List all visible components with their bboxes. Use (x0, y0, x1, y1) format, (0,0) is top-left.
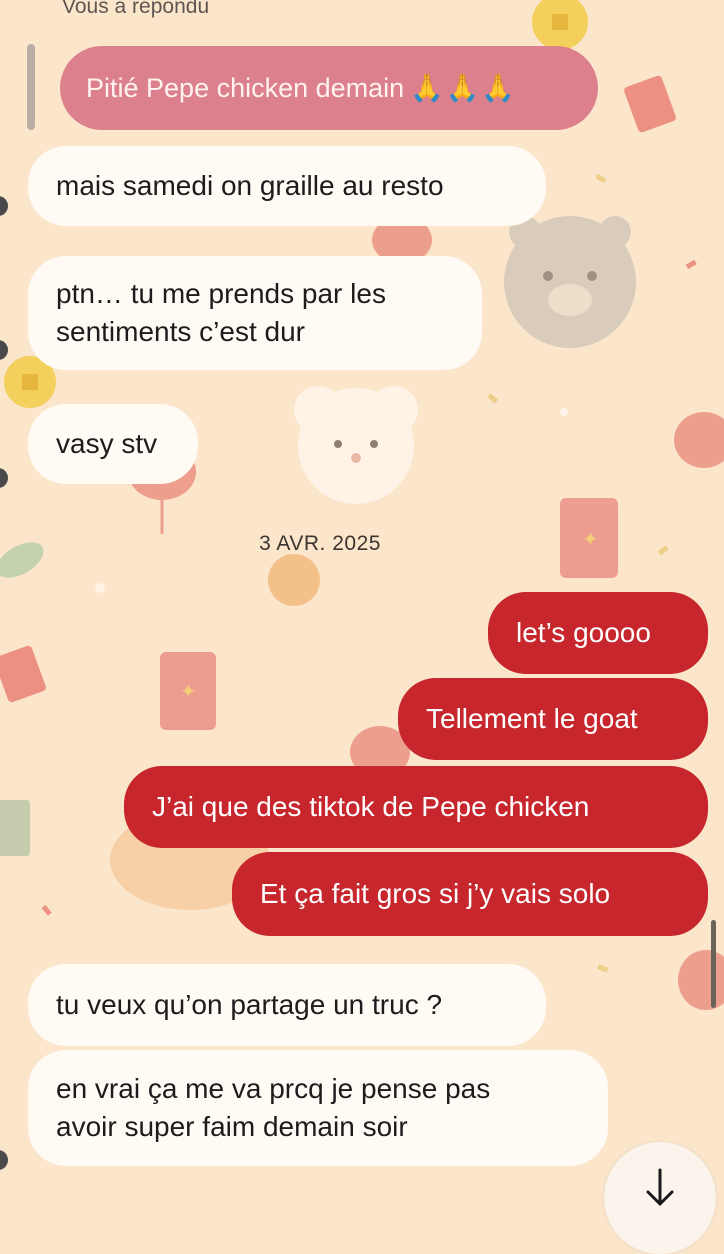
message-text: mais samedi on graille au resto (56, 170, 444, 201)
replied-message-bubble[interactable]: Pitié Pepe chicken demain 🙏🙏🙏 (60, 46, 598, 130)
avatar-edge (0, 1150, 8, 1170)
message-text: J’ai que des tiktok de Pepe chicken (152, 791, 590, 822)
replied-message-text: Pitié Pepe chicken demain (86, 72, 405, 103)
outgoing-message[interactable]: Tellement le goat (398, 678, 708, 760)
message-text: vasy stv (56, 428, 158, 459)
avatar-edge (0, 340, 8, 360)
message-text: tu veux qu’on partage un truc ? (56, 989, 443, 1020)
message-text: let’s goooo (516, 617, 651, 648)
praying-hands-emoji: 🙏🙏🙏 (410, 73, 518, 103)
message-line: sentiments c’est dur (56, 316, 305, 347)
chat-thread: Vous a répondu Pitié Pepe chicken demain… (0, 0, 724, 1254)
avatar-edge (0, 196, 8, 216)
incoming-message[interactable]: tu veux qu’on partage un truc ? (28, 964, 546, 1046)
incoming-message[interactable]: mais samedi on graille au resto (28, 146, 546, 226)
scrollbar[interactable] (711, 920, 716, 1008)
incoming-message[interactable]: en vrai ça me va prcq je pense pas avoir… (28, 1050, 608, 1166)
message-text: Tellement le goat (426, 703, 638, 734)
message-line: ptn… tu me prends par les (56, 278, 386, 309)
outgoing-message[interactable]: Et ça fait gros si j’y vais solo (232, 852, 708, 936)
incoming-message[interactable]: ptn… tu me prends par les sentiments c’e… (28, 256, 482, 370)
avatar-edge (0, 468, 8, 488)
message-line: en vrai ça me va prcq je pense pas (56, 1073, 491, 1104)
scroll-to-bottom-button[interactable] (604, 1142, 716, 1254)
message-line: avoir super faim demain soir (56, 1111, 408, 1142)
reply-label: Vous a répondu (62, 0, 210, 18)
arrow-down-icon (646, 1168, 674, 1206)
reply-indicator-bar (27, 44, 35, 130)
incoming-message[interactable]: vasy stv (28, 404, 198, 484)
outgoing-message[interactable]: let’s goooo (488, 592, 708, 674)
message-text: en vrai ça me va prcq je pense pas avoir… (56, 1070, 490, 1146)
message-text: Et ça fait gros si j’y vais solo (260, 878, 611, 909)
message-text: ptn… tu me prends par les sentiments c’e… (56, 275, 386, 351)
outgoing-message[interactable]: J’ai que des tiktok de Pepe chicken (124, 766, 708, 848)
date-separator: 3 AVR. 2025 (259, 532, 381, 555)
